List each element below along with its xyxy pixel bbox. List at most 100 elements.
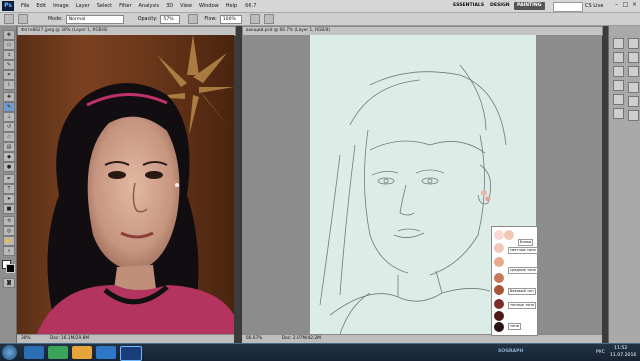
watermark-text: SOGRAPH <box>498 349 524 354</box>
3d-orbit-tool-icon[interactable]: ◎ <box>3 226 15 236</box>
adjustments-panel-icon[interactable] <box>628 52 639 63</box>
channels-panel-icon[interactable] <box>628 96 639 107</box>
clone-source-panel-icon[interactable] <box>613 108 624 119</box>
label-highlights: блики <box>518 239 534 246</box>
swatch-highlight[interactable] <box>494 230 504 240</box>
label-shadows: тени <box>508 323 521 330</box>
swatch-base-tone[interactable] <box>494 273 504 283</box>
explorer-taskbar-icon[interactable] <box>24 346 44 359</box>
cs-live-button[interactable]: CS Live <box>585 1 603 11</box>
menu-layer[interactable]: Layer <box>76 0 90 12</box>
close-icon[interactable]: × <box>631 1 638 9</box>
layers-panel-icon[interactable] <box>628 82 639 93</box>
opacity-label: Opacity: <box>137 16 158 22</box>
clock-date[interactable]: 11.07.2016 <box>610 353 636 359</box>
paths-panel-icon[interactable] <box>628 110 639 121</box>
start-button[interactable] <box>2 345 17 360</box>
swatch-highlight-2[interactable] <box>504 230 514 240</box>
flow-field[interactable]: 100% <box>219 14 242 24</box>
background-color-swatch[interactable] <box>6 264 15 273</box>
menu-select[interactable]: Select <box>97 0 112 12</box>
clone-stamp-tool-icon[interactable]: ⊥ <box>3 112 15 122</box>
swatch-light-tone[interactable] <box>494 243 504 253</box>
menu-file[interactable]: File <box>21 0 29 12</box>
pressure-size-icon[interactable] <box>263 14 274 24</box>
airbrush-icon[interactable] <box>249 14 260 24</box>
minimize-icon[interactable]: – <box>613 1 620 9</box>
menu-filter[interactable]: Filter <box>119 0 131 12</box>
history-panel-icon[interactable] <box>613 52 624 63</box>
photoshop-taskbar-icon[interactable] <box>120 346 142 361</box>
type-tool-icon[interactable]: T <box>3 184 15 194</box>
swatch-shadow[interactable] <box>494 311 504 321</box>
gradient-tool-icon[interactable]: ▤ <box>3 142 15 152</box>
clock-time[interactable]: 11:52 <box>614 346 627 352</box>
navigator-panel-icon[interactable] <box>613 38 624 49</box>
workspace-painting[interactable]: PAINTING <box>514 2 545 10</box>
sketch-status-bar: 66.67% Doc: 2.07M/42.2M <box>242 334 602 343</box>
blur-tool-icon[interactable]: ◆ <box>3 152 15 162</box>
brush-preset-icon[interactable] <box>4 14 14 24</box>
opacity-field[interactable]: 57% <box>160 14 181 24</box>
zoom-tool-icon[interactable]: ⌕ <box>3 246 15 256</box>
photo-zoom-value[interactable]: 30% <box>21 336 31 341</box>
menu-help[interactable]: Help <box>226 0 237 12</box>
crop-tool-icon[interactable]: ⌗ <box>3 70 15 80</box>
swatch-base-tone-2[interactable] <box>494 285 504 295</box>
swatch-mid-tone[interactable] <box>494 257 504 267</box>
hand-tool-icon[interactable]: ✋ <box>3 236 15 246</box>
sketch-zoom-value[interactable]: 66.67% <box>246 336 262 341</box>
photoshop-logo: Ps <box>2 1 14 11</box>
folder-taskbar-icon[interactable] <box>72 346 92 359</box>
mode-select[interactable]: Normal <box>65 14 124 24</box>
menu-analysis[interactable]: Analysis <box>139 0 160 12</box>
brush-tool-icon[interactable]: ✎ <box>3 102 15 112</box>
menu-image[interactable]: Image <box>53 0 69 12</box>
workspace-essentials[interactable]: ESSENTIALS <box>450 2 487 10</box>
chrome-taskbar-icon[interactable] <box>48 346 68 359</box>
menu-window[interactable]: Window <box>199 0 219 12</box>
path-select-tool-icon[interactable]: ➤ <box>3 194 15 204</box>
3d-rotate-tool-icon[interactable]: ⟲ <box>3 216 15 226</box>
pressure-opacity-icon[interactable] <box>188 14 199 24</box>
quick-select-tool-icon[interactable]: ✎ <box>3 60 15 70</box>
workspace-design[interactable]: DESIGN <box>487 2 513 10</box>
actions-panel-icon[interactable] <box>613 66 624 77</box>
photo-doc-size: Doc: 16.1M/29.8M <box>49 336 90 341</box>
label-mid-tones: средние тона <box>508 267 538 274</box>
menu-edit[interactable]: Edit <box>36 0 46 12</box>
brush-panel-icon-dock[interactable] <box>613 94 624 105</box>
quick-mask-icon[interactable]: ◙ <box>3 278 15 288</box>
marquee-tool-icon[interactable]: ▭ <box>3 40 15 50</box>
photo-status-bar: 30% Doc: 16.1M/29.8M <box>17 334 234 343</box>
shape-tool-icon[interactable]: ■ <box>3 204 15 214</box>
label-warm-tones: теплые тона <box>508 302 536 309</box>
healing-brush-tool-icon[interactable]: ✚ <box>3 92 15 102</box>
search-input[interactable] <box>553 2 583 12</box>
history-brush-tool-icon[interactable]: ↺ <box>3 122 15 132</box>
maximize-icon[interactable]: □ <box>622 1 629 9</box>
brush-panel-icon[interactable] <box>18 14 28 24</box>
canvas-area[interactable] <box>242 35 602 334</box>
portrait-photo-image <box>17 35 234 334</box>
sketch-doc-size: Doc: 2.07M/42.2M <box>281 336 321 341</box>
swatch-shadow-2[interactable] <box>494 322 504 332</box>
swatches-panel-icon[interactable] <box>613 80 624 91</box>
lasso-tool-icon[interactable]: ↄ <box>3 50 15 60</box>
menu-view[interactable]: View <box>180 0 192 12</box>
language-indicator[interactable]: РУС <box>596 350 605 356</box>
eraser-tool-icon[interactable]: ▱ <box>3 132 15 142</box>
zoom-level[interactable]: 66.7 <box>245 0 256 12</box>
swatch-warm-tone[interactable] <box>494 299 504 309</box>
media-taskbar-icon[interactable] <box>96 346 116 359</box>
eyedropper-tool-icon[interactable]: ⌇ <box>3 80 15 90</box>
reference-photo <box>17 35 234 334</box>
masks-panel-icon[interactable] <box>628 66 639 77</box>
pen-tool-icon[interactable]: ✒ <box>3 174 15 184</box>
dodge-tool-icon[interactable]: ● <box>3 162 15 172</box>
menu-3d[interactable]: 3D <box>166 0 173 12</box>
flow-label: Flow: <box>204 16 217 22</box>
move-tool-icon[interactable]: ✥ <box>3 30 15 40</box>
color-palette: блики светлые тона средние тона базовый … <box>491 226 538 336</box>
color-panel-icon[interactable] <box>628 38 639 49</box>
